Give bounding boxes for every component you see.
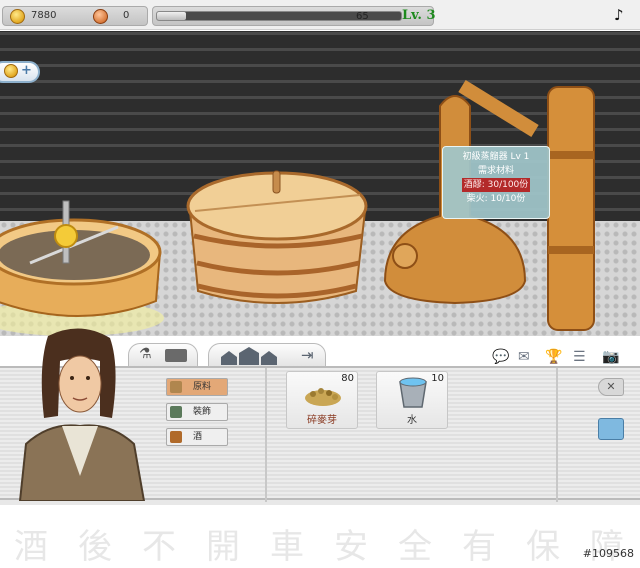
gold-amount: 7880 (31, 10, 57, 21)
slogan-char: 後 (78, 527, 112, 567)
copper-amount: 0 (123, 10, 130, 21)
category-decorations-label: 裝飾 (193, 407, 212, 417)
mail-icon[interactable]: ✉ (518, 346, 536, 365)
category-decorations[interactable]: 裝飾 (166, 403, 228, 421)
currency-box: 7880 0 (2, 6, 148, 26)
copper-coin-icon (93, 9, 108, 24)
malt-icon (305, 388, 341, 406)
top-hud: 7880 0 65 Lv. 3 ♪ (0, 0, 640, 30)
item-malt-qty: 80 (341, 373, 354, 384)
water-bucket-icon (399, 377, 427, 408)
tooltip-title: 初級蒸餾器 Lv 1 (462, 152, 530, 162)
item-malt[interactable]: 80 碎麥芽 (286, 371, 358, 429)
wooden-fermenter[interactable] (186, 170, 368, 304)
slogan-char: 保 (526, 527, 560, 567)
slogan-char: 開 (206, 527, 240, 567)
item-water-name: 水 (407, 415, 417, 426)
music-note-icon[interactable]: ♪ (614, 6, 624, 24)
item-water[interactable]: 10 水 (376, 371, 448, 429)
clear-icon[interactable]: ✕ (598, 378, 624, 396)
chat-icon[interactable]: 💬 (492, 346, 510, 365)
panel-divider (556, 368, 558, 502)
still-tooltip: 初級蒸餾器 Lv 1 需求材料 酒醪: 30/100份 柴火: 10/10份 (442, 146, 550, 219)
mash-tun[interactable] (0, 200, 164, 336)
slogan-char: 安 (334, 527, 368, 567)
requirement-firewood: 柴火: 10/10份 (466, 194, 526, 204)
shop-register-icon[interactable] (598, 418, 624, 440)
slogan-char: 全 (398, 527, 432, 567)
barrel-icon (170, 431, 182, 443)
slogan: 酒 後 不 開 車 安 全 有 保 障 (14, 519, 624, 567)
category-wine-label: 酒 (193, 432, 203, 442)
camera-icon[interactable]: 📷 (602, 346, 620, 365)
slogan-char: 酒 (14, 527, 48, 567)
buildings-icon (221, 347, 277, 365)
watermark: #109568 (582, 547, 634, 560)
tooltip-subtitle: 需求材料 (477, 166, 514, 176)
slogan-char: 車 (270, 527, 304, 567)
exit-icon: ⇥ (301, 346, 314, 364)
gold-coin-icon (10, 9, 25, 24)
inventory-panel: 原料 裝飾 酒 80 碎麥芽 10 水 ✕ (0, 328, 640, 502)
item-malt-name: 碎麥芽 (307, 415, 337, 426)
player-level: Lv. 3 (402, 8, 436, 23)
xp-value: 65 (356, 11, 369, 22)
gold-coin-icon (54, 224, 78, 248)
xp-bar-fill (157, 12, 187, 20)
category-materials-label: 原料 (193, 382, 212, 392)
toolbox-icon (165, 349, 187, 362)
requirement-mash: 酒醪: 30/100份 (461, 178, 531, 192)
sack-icon (170, 381, 182, 393)
list-icon[interactable]: ☰ (573, 346, 591, 365)
decoration-icon (170, 406, 182, 418)
category-materials[interactable]: 原料 (166, 378, 228, 396)
slogan-char: 不 (142, 527, 176, 567)
item-water-qty: 10 (431, 373, 444, 384)
brewery-scene: + 初級蒸餾器 Lv 1 需求材料 酒醪: 30/100份 柴火: 10/10份 (0, 31, 640, 336)
panel-divider (265, 368, 267, 502)
tab-buildings[interactable]: ⇥ (208, 343, 326, 367)
category-wine[interactable]: 酒 (166, 428, 228, 446)
character-portrait (18, 328, 146, 501)
trophy-icon[interactable]: 🏆 (545, 346, 563, 365)
bottom-panel: ⚗ ⇥ 💬 ✉ 🏆 ☰ 📷 原料 裝飾 酒 80 碎麥芽 10 水 ✕ (0, 328, 640, 505)
slogan-char: 有 (462, 527, 496, 567)
